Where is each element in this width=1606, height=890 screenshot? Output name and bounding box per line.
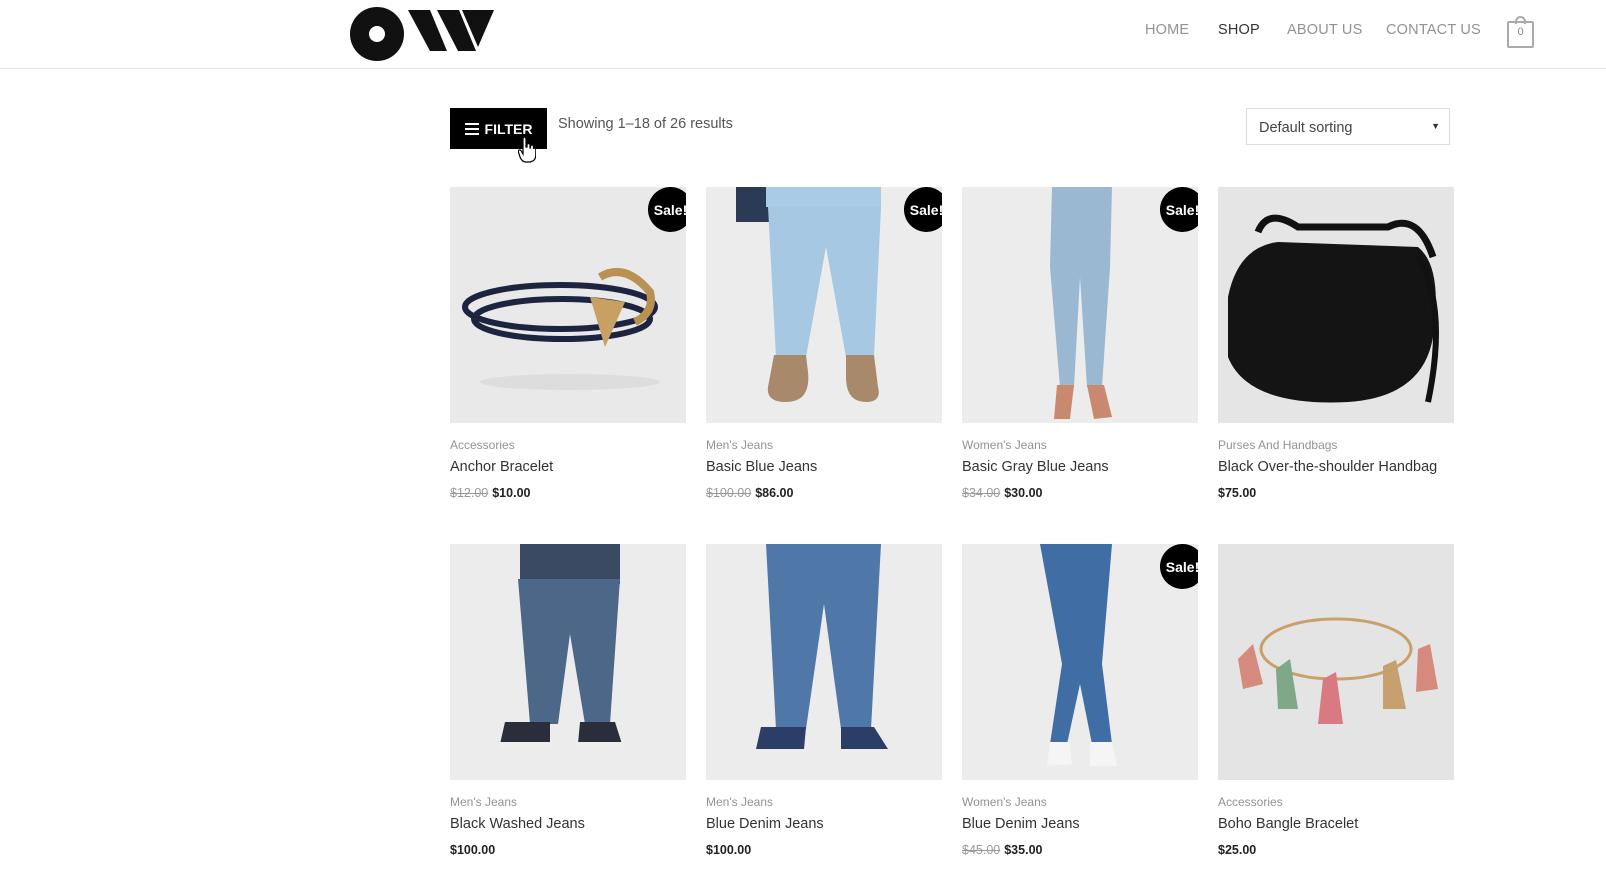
product-card[interactable]: Sale! Women's Jeans Blue Denim Jeans $45… — [962, 544, 1198, 869]
current-price: $100.00 — [450, 843, 496, 857]
product-price: $25.00 — [1218, 843, 1256, 857]
product-price: $45.00 $35.00 — [962, 843, 1042, 857]
product-category[interactable]: Men's Jeans — [706, 795, 773, 809]
product-category[interactable]: Men's Jeans — [450, 795, 517, 809]
product-price: $100.00 — [706, 843, 751, 857]
current-price: $35.00 — [1004, 843, 1043, 857]
current-price: $10.00 — [492, 486, 531, 500]
current-price: $100.00 — [706, 843, 752, 857]
product-category[interactable]: Accessories — [1218, 795, 1283, 809]
product-card[interactable]: Men's Jeans Blue Denim Jeans $100.00 — [706, 544, 942, 869]
product-price: $100.00 $86.00 — [706, 486, 793, 500]
product-title[interactable]: Blue Denim Jeans — [706, 816, 824, 832]
product-price: $75.00 — [1218, 486, 1256, 500]
filter-label: FILTER — [484, 120, 533, 137]
sale-badge: Sale! — [648, 187, 686, 232]
product-title[interactable]: Anchor Bracelet — [450, 459, 553, 475]
boho-bangle-image[interactable] — [1218, 544, 1454, 780]
old-price: $12.00 — [450, 486, 489, 500]
hand-cursor-icon — [518, 137, 536, 163]
old-price: $45.00 — [962, 843, 1001, 857]
nav-about-us[interactable]: ABOUT US — [1287, 22, 1362, 38]
product-card[interactable]: Purses And Handbags Black Over-the-shoul… — [1218, 187, 1454, 512]
product-title[interactable]: Boho Bangle Bracelet — [1218, 816, 1358, 832]
current-price: $25.00 — [1218, 843, 1257, 857]
product-card[interactable]: Sale! Men's Jeans Basic Blue Jeans $100.… — [706, 187, 942, 512]
site-header: HOME SHOP ABOUT US CONTACT US 0 — [0, 0, 1606, 69]
product-price: $12.00 $10.00 — [450, 486, 530, 500]
current-price: $86.00 — [755, 486, 794, 500]
light-blue-jeans-image[interactable]: Sale! — [706, 187, 942, 423]
sort-select[interactable]: Default sorting ▼ — [1246, 108, 1450, 145]
product-price: $100.00 — [450, 843, 495, 857]
cart-count: 0 — [1517, 26, 1524, 38]
main-nav: HOME SHOP ABOUT US CONTACT US — [0, 22, 1606, 46]
product-category[interactable]: Accessories — [450, 438, 515, 452]
product-title[interactable]: Blue Denim Jeans — [962, 816, 1080, 832]
product-title[interactable]: Basic Gray Blue Jeans — [962, 459, 1109, 475]
product-category[interactable]: Women's Jeans — [962, 438, 1047, 452]
menu-icon — [464, 122, 479, 135]
product-category[interactable]: Purses And Handbags — [1218, 438, 1337, 452]
sort-value: Default sorting — [1259, 120, 1353, 136]
nav-shop[interactable]: SHOP — [1218, 22, 1260, 38]
nav-contact-us[interactable]: CONTACT US — [1386, 22, 1481, 38]
anchor-bracelet-image[interactable]: Sale! — [450, 187, 686, 423]
washed-jeans-image[interactable] — [450, 544, 686, 780]
old-price: $100.00 — [706, 486, 752, 500]
product-title[interactable]: Basic Blue Jeans — [706, 459, 817, 475]
product-title[interactable]: Black Over-the-shoulder Handbag — [1218, 459, 1437, 475]
old-price: $34.00 — [962, 486, 1001, 500]
product-card[interactable]: Sale! Women's Jeans Basic Gray Blue Jean… — [962, 187, 1198, 512]
sale-badge: Sale! — [1160, 544, 1198, 589]
product-price: $34.00 $30.00 — [962, 486, 1042, 500]
product-title[interactable]: Black Washed Jeans — [450, 816, 585, 832]
product-category[interactable]: Women's Jeans — [962, 795, 1047, 809]
product-category[interactable]: Men's Jeans — [706, 438, 773, 452]
product-card[interactable]: Sale! Accessories Anchor Bracelet $12.00… — [450, 187, 686, 512]
nav-home[interactable]: HOME — [1145, 22, 1189, 38]
blue-denim-jeans-image[interactable] — [706, 544, 942, 780]
black-handbag-image[interactable] — [1218, 187, 1454, 423]
results-count: Showing 1–18 of 26 results — [558, 116, 733, 132]
sale-badge: Sale! — [1160, 187, 1198, 232]
cart-button[interactable]: 0 — [1507, 16, 1534, 48]
sale-badge: Sale! — [904, 187, 942, 232]
product-card[interactable]: Men's Jeans Black Washed Jeans $100.00 — [450, 544, 686, 869]
product-card[interactable]: Accessories Boho Bangle Bracelet $25.00 — [1218, 544, 1454, 869]
current-price: $75.00 — [1218, 486, 1257, 500]
womens-skinny-jeans-image[interactable]: Sale! — [962, 187, 1198, 423]
womens-blue-jeans-image[interactable]: Sale! — [962, 544, 1198, 780]
dropdown-arrow-icon: ▼ — [1431, 121, 1440, 131]
current-price: $30.00 — [1004, 486, 1043, 500]
